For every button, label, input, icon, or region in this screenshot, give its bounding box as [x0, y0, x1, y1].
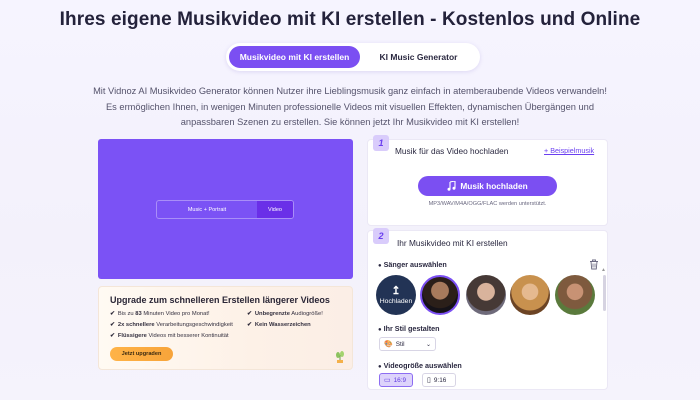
step1-label: Musik für das Video hochladen [395, 146, 509, 156]
upgrade-title: Upgrade zum schnelleren Erstellen länger… [110, 295, 330, 305]
upload-arrow-icon: ↥ [391, 284, 401, 297]
upgrade-feature: ✔ Bis zu 83 Minuten Video pro Monat! [110, 311, 210, 317]
singer-avatar[interactable] [510, 275, 550, 315]
upgrade-feature: ✔ Flüssigere Videos mit besserer Kontinui… [110, 333, 229, 339]
upload-avatar-button[interactable]: ↥ Hochladen [376, 275, 416, 315]
video-preview: Music + Portrait Video [98, 139, 353, 279]
chevron-down-icon: ⌄ [425, 341, 431, 348]
scroll-up-arrow[interactable]: ▲ [601, 267, 606, 273]
phone-icon: ▯ [427, 377, 431, 384]
singer-avatar[interactable] [466, 275, 506, 315]
upload-music-label: Musik hochladen [460, 181, 528, 191]
singer-avatar[interactable] [555, 275, 595, 315]
mode-tabs: Musikvideo mit KI erstellen KI Music Gen… [226, 43, 480, 71]
style-select[interactable]: 🎨 Stil ⌄ [379, 337, 436, 351]
singer-section-label: ● Sänger auswählen [378, 260, 447, 269]
style-section-label: ● Ihr Stil gestalten [378, 324, 440, 333]
upgrade-feature: ✔ Kein Wasserzeichen [247, 322, 311, 328]
plant-icon [336, 351, 344, 363]
check-icon: ✔ [110, 322, 115, 328]
upgrade-card: Upgrade zum schnelleren Erstellen länger… [98, 286, 353, 370]
size-9-16-button[interactable]: ▯ 9:16 [422, 373, 456, 387]
preview-video-button[interactable]: Video [257, 201, 293, 218]
size-9-16-label: 9:16 [433, 376, 447, 384]
step1-badge: 1 [373, 135, 389, 151]
tab-music-generator[interactable]: KI Music Generator [360, 46, 477, 68]
preview-control: Music + Portrait Video [156, 200, 294, 219]
upload-music-button[interactable]: Musik hochladen [418, 176, 557, 196]
upgrade-button[interactable]: Jetzt upgraden [110, 347, 173, 361]
preview-text: Music + Portrait [187, 206, 227, 213]
size-16-9-button[interactable]: ▭ 16:9 [379, 373, 413, 387]
check-icon: ✔ [110, 311, 115, 317]
sample-music-link[interactable]: + Beispielmusik [544, 146, 594, 155]
trash-icon[interactable] [589, 259, 599, 270]
page-title: Ihres eigene Musikvideo mit KI erstellen… [59, 9, 641, 30]
intro-text: Mit Vidnoz AI Musikvideo Generator könne… [93, 86, 607, 127]
tab-musikvideo[interactable]: Musikvideo mit KI erstellen [229, 46, 360, 68]
check-icon: ✔ [247, 311, 252, 317]
check-icon: ✔ [110, 333, 115, 339]
upload-avatar-label: Hochladen [379, 297, 413, 305]
upgrade-feature: ✔ Unbegrenzte Audiogröße! [247, 311, 323, 317]
step2-badge: 2 [373, 228, 389, 244]
scrollbar[interactable] [603, 275, 606, 311]
upgrade-feature: ✔ 2x schnellere Verarbeitungsgeschwindigk… [110, 322, 233, 328]
size-16-9-label: 16:9 [393, 376, 407, 384]
check-icon: ✔ [247, 322, 252, 328]
palette-icon: 🎨 [384, 341, 393, 348]
monitor-icon: ▭ [384, 377, 391, 384]
step2-label: Ihr Musikvideo mit KI erstellen [397, 238, 508, 248]
singer-avatar[interactable] [420, 275, 460, 315]
size-section-label: ● Videogröße auswählen [378, 361, 462, 370]
supported-formats: MP3/WAV/M4A/OGG/FLAC werden unterstützt. [428, 201, 547, 207]
music-note-icon [447, 181, 456, 191]
style-value: Stil [395, 340, 405, 348]
